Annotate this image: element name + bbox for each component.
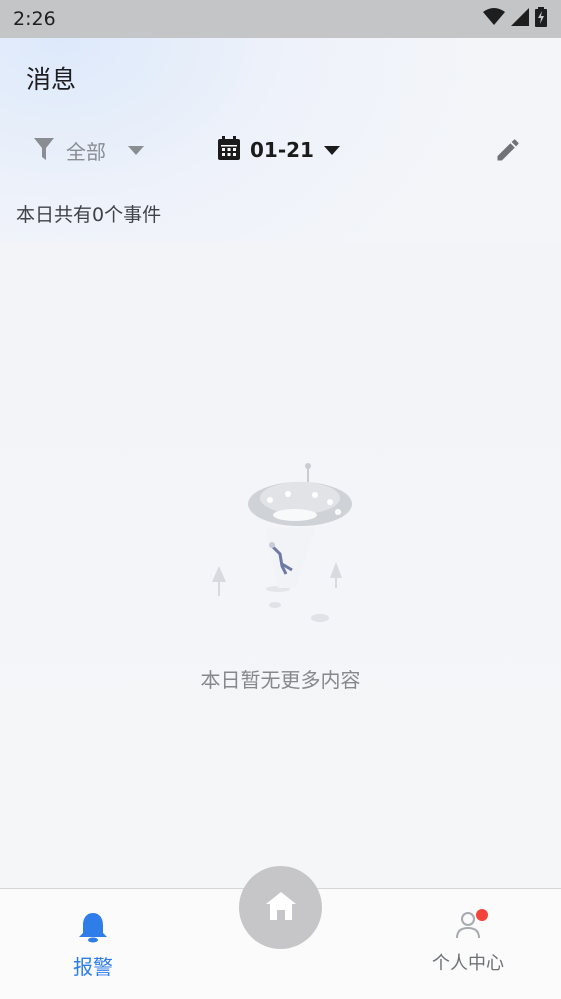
status-icons	[483, 7, 547, 31]
filter-icon	[34, 137, 54, 164]
nav-item-profile[interactable]: 个人中心	[418, 911, 518, 975]
wifi-icon	[483, 8, 505, 30]
nav-label-alerts: 报警	[73, 955, 113, 979]
pencil-icon	[494, 139, 522, 168]
signal-icon	[511, 8, 529, 30]
caret-down-icon	[128, 141, 144, 160]
filter-toolbar: 全部 01-21	[0, 128, 561, 172]
date-label: 01-21	[250, 138, 314, 162]
filter-label: 全部	[66, 140, 106, 164]
notification-badge	[476, 909, 488, 921]
nav-item-alerts[interactable]: 报警	[62, 911, 124, 980]
filter-dropdown[interactable]: 全部	[34, 136, 144, 165]
event-summary: 本日共有0个事件	[16, 204, 162, 226]
battery-charging-icon	[535, 7, 547, 31]
home-icon	[265, 891, 297, 925]
calendar-icon	[218, 136, 240, 164]
ufo-illustration	[200, 460, 370, 630]
home-button[interactable]	[239, 866, 322, 949]
edit-button[interactable]	[494, 136, 522, 164]
caret-down-icon	[323, 141, 340, 160]
date-picker[interactable]: 01-21	[218, 136, 340, 164]
status-time: 2:26	[13, 8, 56, 30]
empty-state-text: 本日暂无更多内容	[200, 668, 361, 692]
status-bar: 2:26	[0, 0, 561, 38]
bell-icon	[78, 911, 108, 947]
page-title: 消息	[26, 65, 77, 94]
app-screen: 2:26 消息 全部 01-21 本日共有0个事件 本日暂无更多内容 报警 个人…	[0, 0, 561, 999]
nav-label-profile: 个人中心	[432, 953, 504, 974]
